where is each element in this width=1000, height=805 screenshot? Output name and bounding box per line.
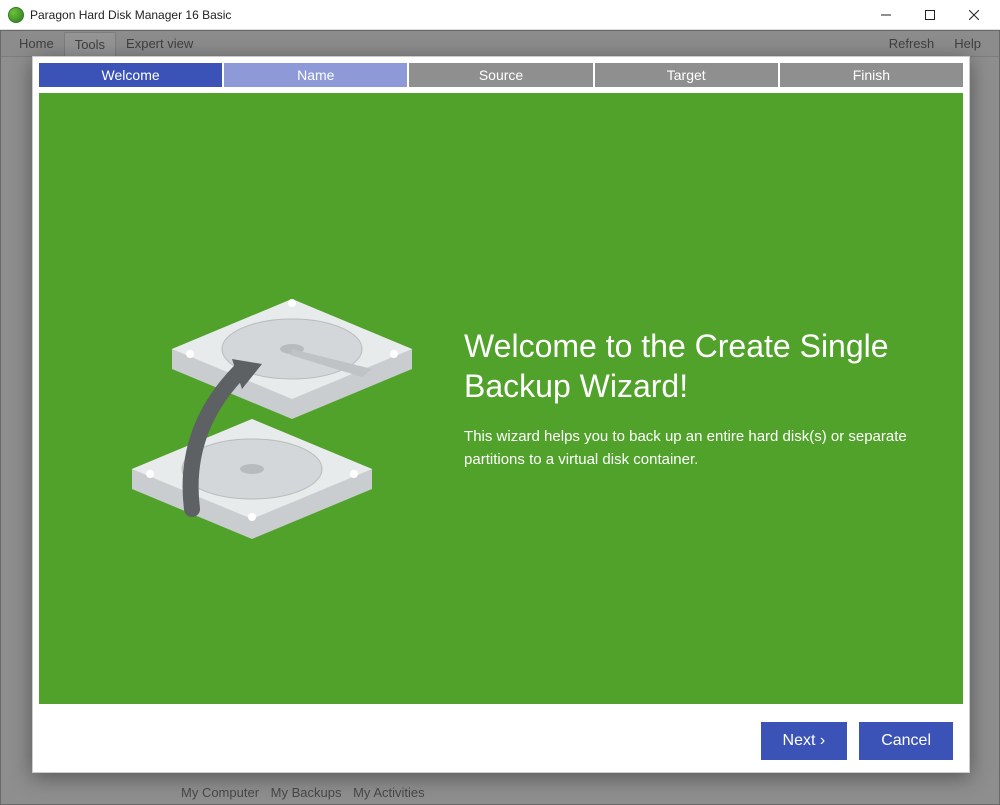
step-source[interactable]: Source bbox=[409, 63, 592, 87]
cancel-button[interactable]: Cancel bbox=[859, 722, 953, 760]
wizard-content: Welcome to the Create Single Backup Wiza… bbox=[39, 93, 963, 704]
wizard-footer: Next › Cancel bbox=[33, 710, 969, 772]
wizard-heading: Welcome to the Create Single Backup Wiza… bbox=[464, 326, 933, 406]
app-icon bbox=[8, 7, 24, 23]
step-name[interactable]: Name bbox=[224, 63, 407, 87]
wizard-steps: Welcome Name Source Target Finish bbox=[33, 57, 969, 87]
wizard-description: This wizard helps you to back up an enti… bbox=[464, 426, 933, 471]
backup-wizard-modal: Welcome Name Source Target Finish bbox=[32, 56, 970, 773]
hard-drive-illustration bbox=[39, 229, 464, 569]
window-titlebar: Paragon Hard Disk Manager 16 Basic bbox=[0, 0, 1000, 30]
wizard-text: Welcome to the Create Single Backup Wiza… bbox=[464, 326, 963, 471]
step-welcome[interactable]: Welcome bbox=[39, 63, 222, 87]
window-controls bbox=[864, 0, 996, 29]
step-target[interactable]: Target bbox=[595, 63, 778, 87]
close-button[interactable] bbox=[952, 0, 996, 29]
maximize-button[interactable] bbox=[908, 0, 952, 29]
step-finish[interactable]: Finish bbox=[780, 63, 963, 87]
minimize-button[interactable] bbox=[864, 0, 908, 29]
window-title: Paragon Hard Disk Manager 16 Basic bbox=[30, 8, 864, 22]
next-button[interactable]: Next › bbox=[761, 722, 848, 760]
stacked-disks-icon bbox=[82, 229, 422, 569]
